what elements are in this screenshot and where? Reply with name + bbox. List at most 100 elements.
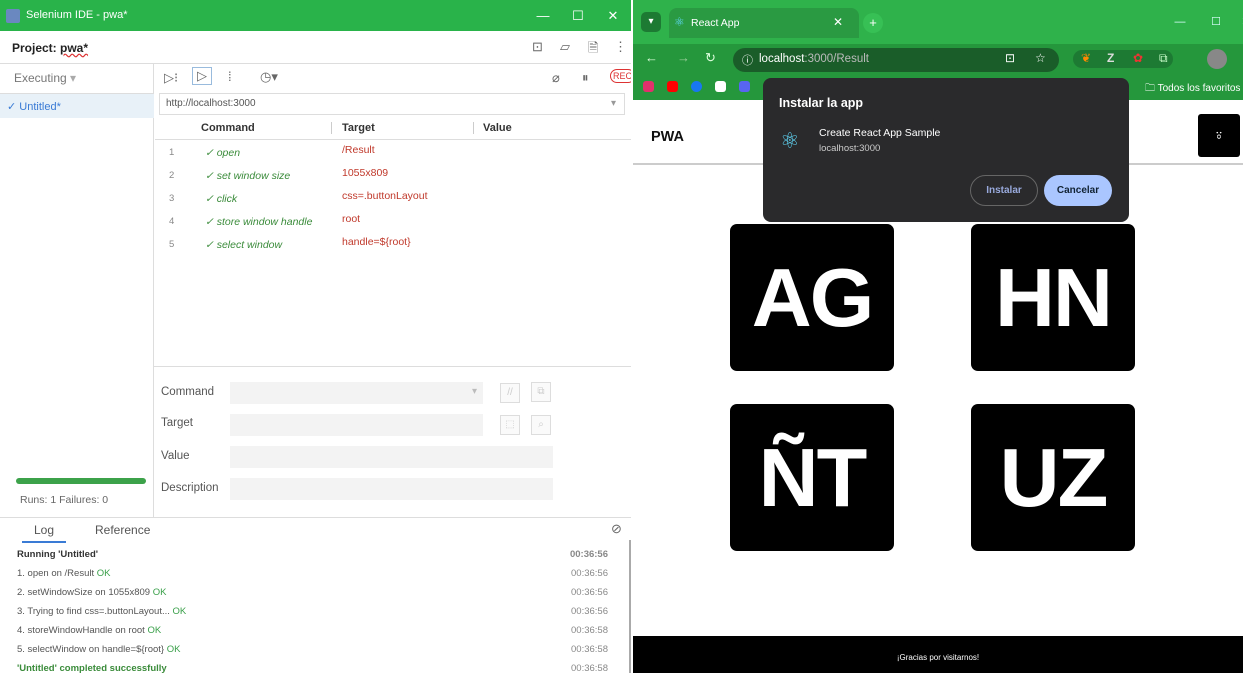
tab-search-icon[interactable]: ▾	[641, 12, 661, 32]
command-input[interactable]: ▾	[230, 382, 483, 404]
executing-dropdown[interactable]: Executing ▾	[0, 64, 154, 94]
selenium-ide-window: Selenium IDE - pwa* — ☐ ✕ Project: pwa* …	[0, 0, 631, 673]
close-icon[interactable]: ✕	[596, 0, 630, 31]
brand-title: PWA	[651, 129, 685, 145]
record-icon[interactable]: REC	[610, 69, 631, 83]
tile-button[interactable]: HN	[971, 224, 1135, 371]
url-dropdown-icon[interactable]: ▾	[611, 98, 616, 109]
page-footer: ¡Gracias por visitarnos!	[633, 636, 1243, 673]
test-sidebar: Executing ▾ ✓ Untitled* Runs: 1 Failures…	[0, 64, 154, 517]
close-tab-icon[interactable]: ✕	[833, 15, 843, 29]
tab-react-app[interactable]: ⚛ React App ✕	[669, 8, 859, 38]
log-tabs: Log Reference ⊘	[0, 518, 631, 543]
table-row[interactable]: 4 ✓ store window handle root	[155, 210, 631, 233]
column-command: Command	[201, 122, 255, 134]
profile-avatar[interactable]	[1207, 49, 1227, 69]
ide-title-bar: Selenium IDE - pwa* — ☐ ✕	[0, 0, 631, 31]
youtube-icon[interactable]	[667, 81, 678, 92]
column-target: Target	[342, 122, 375, 134]
run-current-test-icon[interactable]: ▷	[192, 67, 212, 85]
table-row[interactable]: 1 ✓ open/Result	[155, 141, 631, 164]
target-input[interactable]	[230, 414, 483, 436]
extension-icon[interactable]: ❦	[1081, 51, 1091, 65]
speed-timer-icon[interactable]: ◷▾	[260, 69, 278, 85]
browser-window: ▾ ⚛ React App ✕ + — ☐ ✕ ← → ↻ ⓘ localhos…	[633, 0, 1243, 673]
command-dropdown-icon[interactable]: ▾	[472, 386, 477, 397]
new-tab-icon[interactable]: +	[863, 13, 883, 33]
ide-window-title: Selenium IDE - pwa*	[26, 9, 128, 21]
add-user-icon[interactable]: ⍤	[1198, 114, 1240, 157]
target-label: Target	[161, 417, 193, 429]
app-name: Create React App Sample	[819, 127, 941, 139]
tile-button[interactable]: UZ	[971, 404, 1135, 551]
table-row[interactable]: 3 ✓ click css=.buttonLayout	[155, 187, 631, 210]
find-target-icon[interactable]: ⌕	[531, 415, 551, 435]
site-info-icon[interactable]: ⓘ	[742, 52, 753, 68]
clear-log-icon[interactable]: ⊘	[611, 521, 622, 537]
value-label: Value	[161, 450, 190, 462]
back-icon[interactable]: ←	[645, 50, 658, 65]
base-url-input[interactable]: http://localhost:3000 ▾	[159, 93, 625, 115]
step-over-icon[interactable]: ⁞	[228, 69, 232, 84]
column-value: Value	[483, 122, 512, 134]
log-line: Running 'Untitled' 00:36:56	[17, 549, 608, 560]
address-text: localhost:3000/Result	[759, 53, 869, 65]
browser-tab-strip: ▾ ⚛ React App ✕ + — ☐ ✕	[633, 0, 1243, 44]
instagram-icon[interactable]	[643, 81, 654, 92]
test-item-untitled[interactable]: ✓ Untitled*	[0, 94, 154, 118]
react-logo-icon: ⚛	[674, 15, 685, 29]
run-progress-bar	[16, 478, 146, 484]
extension-z-icon[interactable]: Z	[1107, 51, 1114, 65]
extensions-puzzle-icon[interactable]: ⧉	[1159, 51, 1168, 66]
extension-icon[interactable]: ✿	[1133, 51, 1143, 65]
run-toolbar: ▷⁝ ▷ ⁞ ◷▾ ⌀ ⏸ REC	[154, 64, 631, 92]
table-row[interactable]: 2 ✓ set window size 1055x809	[155, 164, 631, 187]
project-name[interactable]: pwa*	[60, 41, 88, 55]
tab-log[interactable]: Log	[22, 523, 67, 543]
log-scrollbar[interactable]	[629, 540, 631, 673]
tab-reference[interactable]: Reference	[95, 523, 150, 537]
facebook-icon[interactable]	[691, 81, 702, 92]
forward-icon[interactable]: →	[677, 50, 690, 65]
install-button[interactable]: Instalar	[970, 175, 1038, 206]
run-all-tests-icon[interactable]: ▷⁝	[164, 70, 178, 86]
browser-minimize-icon[interactable]: —	[1163, 0, 1197, 44]
tab-title: React App	[691, 17, 740, 29]
table-header: Command Target Value	[155, 118, 631, 140]
cancel-button[interactable]: Cancelar	[1044, 175, 1112, 206]
log-line: 4. storeWindowHandle on root OK 00:36:58	[17, 625, 608, 636]
project-header: Project: pwa* ⊡ ▱ 🗎 ⋮	[0, 31, 631, 64]
new-project-icon[interactable]: ⊡	[532, 39, 543, 55]
maximize-icon[interactable]: ☐	[561, 0, 595, 31]
open-reference-icon[interactable]: ⧉	[531, 382, 551, 402]
command-table: Command Target Value 1 ✓ open/Result 2 ✓ s…	[155, 118, 631, 366]
browser-maximize-icon[interactable]: ☐	[1199, 0, 1233, 44]
reload-icon[interactable]: ↻	[705, 50, 716, 66]
react-logo-icon: ⚛	[780, 128, 800, 153]
browser-close-icon[interactable]: ✕	[1229, 0, 1243, 44]
project-label: Project: pwa*	[12, 41, 89, 55]
dialog-title: Instalar la app	[779, 96, 864, 110]
disable-breakpoints-icon[interactable]: ⌀	[552, 70, 560, 86]
minimize-icon[interactable]: —	[526, 0, 560, 31]
tile-button[interactable]: ÑT	[730, 404, 894, 551]
open-project-icon[interactable]: ▱	[560, 39, 570, 55]
table-row[interactable]: 5 ✓ select window handle=${root}	[155, 233, 631, 256]
all-favorites[interactable]: 🗀 Todos los favoritos	[1145, 81, 1240, 98]
command-editor: Command ▾ // ⧉ Target ⬚ ⌕ Value Descript…	[154, 366, 631, 517]
bookmark-icon[interactable]	[739, 81, 750, 92]
comment-toggle-icon[interactable]: //	[500, 383, 520, 403]
description-input[interactable]	[230, 478, 553, 500]
select-target-icon[interactable]: ⬚	[500, 415, 520, 435]
tile-button[interactable]: AG	[730, 224, 894, 371]
bookmark-star-icon[interactable]: ☆	[1035, 51, 1046, 65]
log-panel: Log Reference ⊘ Running 'Untitled' 00:36:…	[0, 517, 631, 673]
value-input[interactable]	[230, 446, 553, 468]
log-line: 3. Trying to find css=.buttonLayout... O…	[17, 606, 608, 617]
pause-icon[interactable]: ⏸	[582, 70, 589, 86]
gmail-icon[interactable]	[715, 81, 726, 92]
save-project-icon[interactable]: 🗎	[588, 39, 598, 61]
install-app-icon[interactable]: ⊡	[1005, 51, 1015, 65]
install-app-dialog: Instalar la app ⚛ Create React App Sampl…	[763, 78, 1129, 222]
more-options-icon[interactable]: ⋮	[614, 39, 627, 55]
